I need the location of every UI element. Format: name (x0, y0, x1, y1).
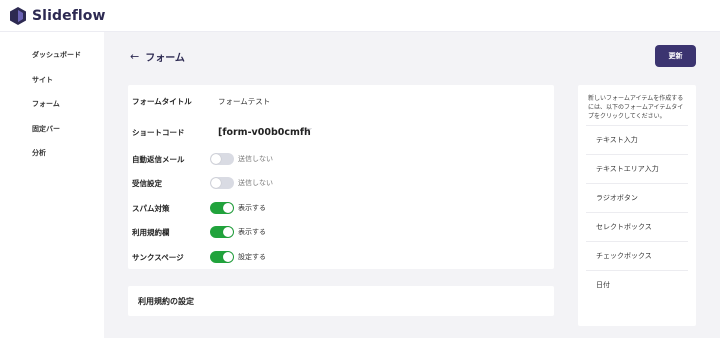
top-bar: Slideflow (0, 0, 720, 32)
terms-settings-title: 利用規約の設定 (138, 297, 194, 306)
toggle-knob (223, 252, 233, 262)
item-date[interactable]: 日付 (586, 270, 688, 299)
form-title-label: フォームタイトル (132, 96, 192, 106)
terms-settings-card[interactable]: 利用規約の設定 (128, 286, 554, 316)
arrow-left-icon[interactable]: ← (130, 50, 139, 63)
item-textarea[interactable]: テキストエリア入力 (586, 154, 688, 183)
thanks-page-label: サンクスページ (132, 252, 184, 262)
thanks-page-toggle[interactable] (210, 251, 234, 263)
sidebar-item-analytics[interactable]: 分析 (32, 148, 46, 158)
receive-setting-toggle[interactable] (210, 177, 234, 189)
receive-setting-status: 送信しない (238, 179, 273, 187)
toggle-knob (211, 154, 221, 164)
terms-toggle[interactable] (210, 226, 234, 238)
toggle-knob (223, 203, 233, 213)
main-content: ← フォーム 更新 フォームタイトル フォームテスト ショートコード [form… (104, 32, 720, 338)
form-title-row: フォームタイトル フォームテスト (132, 93, 552, 109)
toggle-row: 受信設定 送信しない (132, 175, 552, 191)
item-text-input[interactable]: テキスト入力 (586, 125, 688, 154)
thanks-page-status: 設定する (238, 253, 266, 261)
form-settings-card: フォームタイトル フォームテスト ショートコード [form-v00b0cmfh… (128, 85, 554, 269)
toggle-knob (223, 227, 233, 237)
logo-icon (10, 7, 26, 25)
back-link[interactable]: ← フォーム (130, 49, 185, 64)
form-title-input[interactable]: フォームテスト (218, 96, 270, 107)
app-logo[interactable]: Slideflow (10, 7, 106, 25)
sidebar-item-fixed-bar[interactable]: 固定バー (32, 124, 60, 134)
toggle-row: 利用規約欄 表示する (132, 224, 552, 240)
auto-reply-label: 自動返信メール (132, 154, 185, 164)
toggle-row: スパム対策 表示する (132, 200, 552, 216)
toggle-knob (211, 178, 221, 188)
sidebar: ダッシュボード サイト フォーム 固定バー 分析 (0, 32, 104, 338)
spam-status: 表示する (238, 204, 266, 212)
hand-cursor-icon: ☞ (304, 126, 313, 136)
spam-label: スパム対策 (132, 203, 170, 213)
item-checkbox[interactable]: チェックボックス (586, 241, 688, 270)
sidebar-item-dashboard[interactable]: ダッシュボード (32, 50, 81, 60)
shortcode-row: ショートコード [form-v00b0cmfh ☞ (132, 124, 552, 140)
form-item-panel: 新しいフォームアイテムを作成するには、以下のフォームアイテムタイプをクリックして… (578, 85, 696, 326)
toggle-row: 自動返信メール 送信しない (132, 151, 552, 167)
page-title: フォーム (145, 53, 185, 64)
auto-reply-toggle[interactable] (210, 153, 234, 165)
shortcode-value[interactable]: [form-v00b0cmfh (218, 127, 311, 138)
item-select[interactable]: セレクトボックス (586, 212, 688, 241)
sidebar-item-forms[interactable]: フォーム (32, 99, 60, 109)
app-name: Slideflow (32, 8, 106, 24)
auto-reply-status: 送信しない (238, 155, 273, 163)
sidebar-item-sites[interactable]: サイト (32, 75, 53, 85)
spam-toggle[interactable] (210, 202, 234, 214)
update-button[interactable]: 更新 (655, 45, 696, 67)
terms-label: 利用規約欄 (132, 227, 170, 237)
toggle-row: サンクスページ 設定する (132, 249, 552, 265)
shortcode-label: ショートコード (132, 127, 185, 137)
item-radio[interactable]: ラジオボタン (586, 183, 688, 212)
terms-status: 表示する (238, 228, 266, 236)
receive-setting-label: 受信設定 (132, 178, 162, 188)
panel-description: 新しいフォームアイテムを作成するには、以下のフォームアイテムタイプをクリックして… (588, 95, 684, 120)
